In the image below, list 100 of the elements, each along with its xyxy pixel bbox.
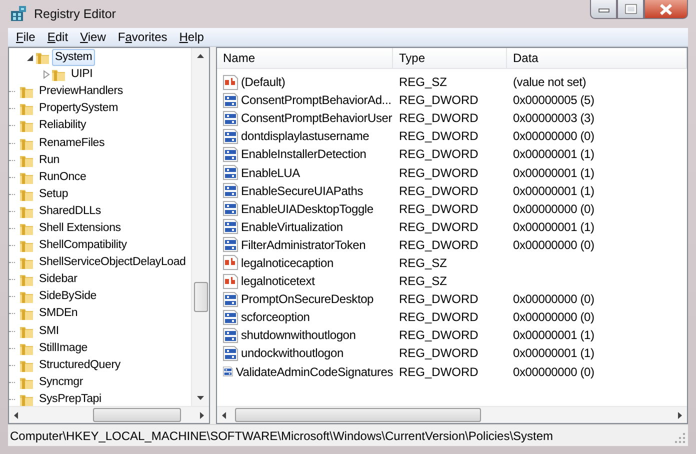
text-value-icon — [223, 74, 238, 90]
horizontal-scrollbar[interactable] — [9, 406, 209, 423]
tree-item[interactable]: Run — [36, 152, 62, 169]
tree-item[interactable]: Reliability — [36, 117, 90, 134]
folder-icon — [19, 306, 34, 322]
scroll-thumb[interactable] — [93, 408, 181, 422]
scroll-thumb[interactable] — [194, 282, 208, 312]
scroll-left-icon[interactable] — [222, 412, 226, 418]
value-name[interactable]: dontdisplaylastusername — [241, 129, 370, 144]
value-data: 0x00000005 (5) — [513, 93, 594, 108]
value-name[interactable]: (Default) — [241, 75, 286, 90]
menu-item[interactable]: Help — [173, 29, 210, 45]
tree-item[interactable]: PropertySystem — [36, 100, 122, 118]
scroll-down-icon[interactable] — [197, 396, 204, 400]
maximize-button[interactable] — [617, 0, 644, 19]
value-name[interactable]: PromptOnSecureDesktop — [241, 292, 374, 306]
value-name[interactable]: EnableInstallerDetection — [241, 147, 366, 162]
binary-value-icon — [223, 346, 238, 361]
value-data: 0x00000001 (1) — [513, 166, 594, 180]
value-name[interactable]: shutdownwithoutlogon — [241, 328, 356, 342]
value-data: 0x00000000 (0) — [513, 310, 594, 324]
binary-value-icon — [223, 201, 238, 216]
value-name[interactable]: EnableUIADesktopToggle — [241, 202, 374, 216]
window-title: Registry Editor — [34, 7, 117, 21]
tree-item[interactable]: StructuredQuery — [36, 356, 124, 374]
tree-item[interactable]: Sidebar — [36, 271, 80, 288]
value-data: 0x00000001 (1) — [513, 220, 594, 234]
vertical-scrollbar[interactable] — [191, 48, 209, 406]
tree-item[interactable]: Setup — [36, 186, 72, 203]
minimize-button[interactable] — [590, 0, 617, 19]
menu-item[interactable]: Favorites — [112, 29, 174, 45]
close-button[interactable] — [644, 0, 688, 19]
horizontal-scrollbar[interactable] — [217, 406, 687, 423]
value-name[interactable]: ValidateAdminCodeSignatures — [236, 364, 393, 379]
value-type: REG_SZ — [398, 274, 448, 288]
resize-grip-icon[interactable] — [675, 433, 685, 443]
tree-item[interactable]: PreviewHandlers — [36, 83, 126, 100]
value-name[interactable]: ConsentPromptBehaviorUser — [241, 111, 392, 126]
scroll-right-icon[interactable] — [200, 412, 204, 418]
binary-value-icon — [223, 92, 238, 108]
binary-value-icon — [223, 110, 238, 126]
tree-item[interactable]: StillImage — [36, 340, 90, 357]
scroll-up-icon[interactable] — [197, 54, 204, 58]
text-value-icon — [223, 274, 238, 289]
binary-value-icon — [223, 364, 233, 380]
column-header[interactable]: Name — [217, 48, 393, 68]
menu-item[interactable]: View — [74, 29, 112, 45]
tree-item[interactable]: SharedDLLs — [36, 202, 104, 220]
menu-item[interactable]: Edit — [41, 29, 74, 45]
value-name[interactable]: EnableSecureUIAPaths — [241, 184, 364, 198]
column-header[interactable]: Type — [393, 48, 507, 68]
tree-item[interactable]: SMDEn — [36, 305, 81, 322]
tree-item[interactable]: Shell Extensions — [36, 220, 124, 237]
text-value-icon — [223, 255, 238, 270]
value-name[interactable]: legalnoticecaption — [241, 256, 334, 270]
folder-icon — [35, 50, 50, 66]
value-name[interactable]: scforceoption — [241, 310, 310, 324]
value-type: REG_DWORD — [398, 166, 480, 180]
value-type: REG_DWORD — [398, 93, 480, 108]
status-path: Computer\HKEY_LOCAL_MACHINE\SOFTWARE\Microsoft\Windows\CurrentVersion\Policies\System — [10, 428, 554, 442]
tree-item[interactable]: ShellServiceObjectDelayLoad — [36, 254, 189, 272]
tree-item[interactable]: UIPI — [68, 66, 96, 84]
value-type: REG_DWORD — [398, 346, 480, 360]
binary-value-icon — [223, 328, 238, 343]
value-data: 0x00000000 (0) — [513, 292, 594, 306]
folder-icon — [19, 84, 34, 100]
collapse-icon[interactable] — [26, 53, 34, 62]
menu-item[interactable]: File — [10, 29, 42, 45]
tree-item[interactable]: SysPrepTapi — [36, 390, 104, 406]
value-name[interactable]: undockwithoutlogon — [241, 346, 344, 360]
binary-value-icon — [223, 310, 238, 325]
tree-item[interactable]: SideBySide — [36, 288, 100, 306]
value-type: REG_DWORD — [398, 220, 480, 234]
folder-icon — [19, 255, 34, 270]
value-type: REG_DWORD — [398, 328, 480, 342]
tree-item[interactable]: System — [52, 49, 96, 66]
tree-item[interactable]: RenameFiles — [36, 134, 108, 152]
expand-icon[interactable] — [42, 70, 50, 80]
scroll-thumb[interactable] — [235, 408, 481, 422]
app-icon — [10, 5, 28, 23]
value-name[interactable]: FilterAdministratorToken — [241, 238, 366, 252]
value-name[interactable]: EnableLUA — [241, 166, 300, 180]
tree-item[interactable]: RunOnce — [36, 168, 90, 186]
binary-value-icon — [223, 237, 238, 252]
value-data: 0x00000003 (3) — [513, 111, 594, 126]
value-type: REG_DWORD — [398, 202, 480, 216]
value-name[interactable]: EnableVirtualization — [241, 220, 343, 234]
column-header[interactable]: Data — [507, 48, 687, 68]
value-data: 0x00000001 (1) — [513, 346, 594, 360]
binary-value-icon — [223, 146, 238, 162]
tree-item[interactable]: ShellCompatibility — [36, 237, 130, 254]
value-data: 0x00000001 (1) — [513, 147, 594, 162]
tree-item[interactable]: SMI — [36, 322, 62, 340]
tree-item[interactable]: Syncmgr — [36, 374, 86, 391]
scroll-left-icon[interactable] — [14, 412, 18, 418]
folder-icon — [19, 238, 34, 254]
value-name[interactable]: ConsentPromptBehaviorAd... — [241, 93, 392, 108]
binary-value-icon — [223, 219, 238, 234]
scroll-right-icon[interactable] — [678, 412, 682, 418]
value-name[interactable]: legalnoticetext — [241, 274, 315, 288]
